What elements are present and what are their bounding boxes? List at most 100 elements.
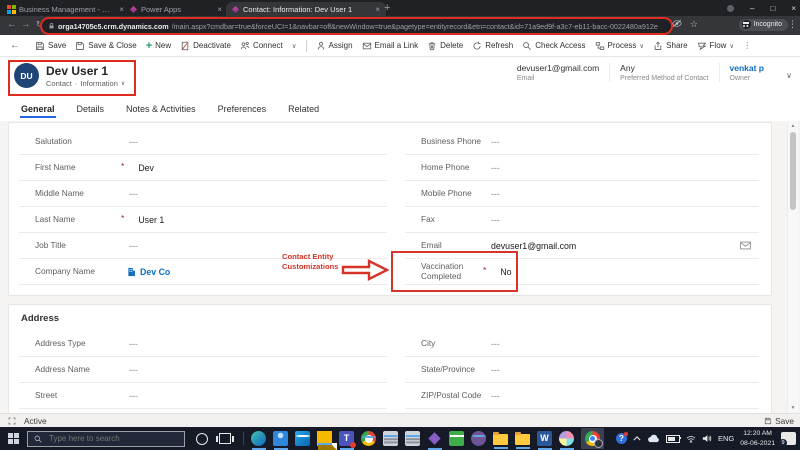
close-button[interactable]: × [791, 4, 796, 13]
field-row-zip-postal-code[interactable]: ZIP/Postal Code --- [405, 383, 759, 409]
maximize-button[interactable]: □ [770, 4, 775, 13]
browser-tab-business-management[interactable]: Business Management - Microso... × [2, 2, 130, 16]
field-row-city[interactable]: City --- [405, 331, 759, 357]
share-button[interactable]: Share [653, 41, 688, 51]
refresh-button[interactable]: Refresh [472, 41, 513, 51]
field-value[interactable]: --- [491, 163, 500, 173]
process-button[interactable]: Process ∨ [595, 41, 644, 51]
field-row-fax[interactable]: Fax --- [405, 207, 759, 233]
field-row-salutation[interactable]: Salutation --- [19, 129, 387, 155]
send-email-icon[interactable] [740, 237, 751, 255]
scrollbar-thumb[interactable] [790, 132, 796, 210]
tab-close-icon[interactable]: × [374, 5, 381, 14]
new-tab-button[interactable]: + [384, 2, 390, 14]
language-indicator[interactable]: ENG [718, 434, 734, 443]
command-overflow-button[interactable]: ⋮ [743, 41, 751, 50]
field-value[interactable]: --- [129, 189, 138, 199]
field-row-address-name[interactable]: Address Name --- [19, 357, 387, 383]
delete-button[interactable]: Delete [427, 41, 463, 51]
browser-tab-power-apps[interactable]: Power Apps × [124, 2, 228, 16]
tab-preferences[interactable]: Preferences [217, 99, 268, 119]
speaker-icon[interactable] [702, 434, 712, 443]
browser-menu-icon[interactable]: ⋮ [788, 19, 797, 30]
connect-button[interactable]: Connect [240, 41, 283, 51]
paint-3d-icon[interactable] [559, 431, 574, 450]
people-icon[interactable] [273, 431, 288, 450]
assign-button[interactable]: Assign [316, 41, 353, 51]
footer-save-button[interactable]: Save [764, 416, 800, 426]
notification-center-icon[interactable]: 9 [779, 432, 796, 447]
outlook-icon[interactable] [295, 431, 310, 446]
teams-icon[interactable]: T [339, 431, 356, 450]
company-lookup-link[interactable]: Dev Co [127, 267, 170, 277]
contact-avatar[interactable]: DU [14, 63, 39, 88]
field-value[interactable]: User 1 [138, 215, 164, 225]
connect-chevron-icon[interactable]: ∨ [292, 42, 297, 50]
taskbar-clock[interactable]: 12:20 AM 08-06-2021 [740, 429, 775, 447]
flow-chevron-icon[interactable]: ∨ [729, 42, 734, 50]
visual-studio-icon[interactable] [428, 432, 441, 445]
flow-button[interactable]: Flow ∨ [697, 41, 734, 51]
field-value[interactable]: --- [491, 189, 500, 199]
cortana-icon[interactable] [196, 432, 208, 445]
back-icon[interactable]: ← [7, 19, 17, 30]
field-value[interactable]: --- [491, 391, 500, 401]
vertical-scrollbar[interactable]: ▲ ▼ [787, 121, 798, 413]
address-bar[interactable]: orga14705c5.crm.dynamics.com/main.aspx?c… [40, 17, 673, 35]
scroll-up-icon[interactable]: ▲ [788, 123, 798, 129]
field-row-address-type[interactable]: Address Type --- [19, 331, 387, 357]
get-help-icon[interactable]: ? [615, 432, 628, 444]
onedrive-cloud-icon[interactable] [647, 434, 660, 443]
form-chevron-icon[interactable]: ∨ [121, 80, 125, 87]
github-icon[interactable] [471, 431, 486, 446]
field-value[interactable]: --- [491, 215, 500, 225]
folder-icon[interactable] [493, 432, 508, 449]
sticky-notes-icon[interactable] [317, 431, 337, 450]
field-value[interactable]: Dev [138, 163, 154, 173]
tab-related[interactable]: Related [287, 99, 320, 119]
field-value[interactable]: --- [491, 339, 500, 349]
field-row-middle-name[interactable]: Middle Name --- [19, 181, 387, 207]
browser-tab-contact-active[interactable]: Contact: Information: Dev User 1 × [226, 2, 386, 16]
save-button[interactable]: Save [35, 41, 66, 51]
field-row-last-name[interactable]: Last Name * User 1 [19, 207, 387, 233]
eye-off-icon[interactable] [672, 19, 682, 28]
field-value[interactable]: --- [129, 339, 138, 349]
start-button[interactable] [8, 433, 19, 444]
process-chevron-icon[interactable]: ∨ [639, 42, 644, 50]
minimize-button[interactable]: – [750, 4, 754, 13]
page-back-icon[interactable]: ← [10, 40, 20, 51]
tab-general[interactable]: General [20, 99, 56, 119]
scroll-down-icon[interactable]: ▼ [788, 405, 798, 411]
field-row-business-phone[interactable]: Business Phone --- [405, 129, 759, 155]
tray-expand-chevron-icon[interactable] [633, 436, 641, 441]
notes-app-icon[interactable] [383, 431, 398, 446]
email-a-link-button[interactable]: Email a Link [362, 41, 418, 51]
edge-icon[interactable] [251, 431, 266, 450]
folder-icon-2[interactable] [515, 432, 530, 449]
network-icon[interactable] [686, 435, 696, 443]
field-row-home-phone[interactable]: Home Phone --- [405, 155, 759, 181]
header-collapse-chevron-icon[interactable]: ∨ [786, 71, 792, 80]
bookmark-star-icon[interactable]: ☆ [690, 19, 698, 30]
field-row-first-name[interactable]: First Name * Dev [19, 155, 387, 181]
expand-icon[interactable] [8, 417, 16, 425]
forward-icon[interactable]: → [21, 19, 31, 30]
field-value[interactable]: --- [129, 365, 138, 375]
tab-close-icon[interactable]: × [216, 5, 223, 14]
search-input[interactable] [47, 433, 171, 444]
new-button[interactable]: + New [146, 40, 171, 51]
field-value[interactable]: --- [491, 137, 500, 147]
notes-app-icon-2[interactable] [405, 431, 420, 446]
save-and-close-button[interactable]: Save & Close [75, 41, 137, 51]
field-value[interactable]: devuser1@gmail.com [491, 241, 576, 251]
battery-icon[interactable] [665, 434, 682, 443]
tab-details[interactable]: Details [76, 99, 106, 119]
field-value[interactable]: --- [129, 241, 138, 251]
chrome-active-window[interactable] [581, 428, 604, 449]
field-value[interactable]: --- [129, 391, 138, 401]
field-value[interactable]: --- [491, 365, 500, 375]
field-row-state-province[interactable]: State/Province --- [405, 357, 759, 383]
word-icon[interactable]: W [537, 431, 552, 450]
field-value[interactable]: --- [129, 137, 138, 147]
